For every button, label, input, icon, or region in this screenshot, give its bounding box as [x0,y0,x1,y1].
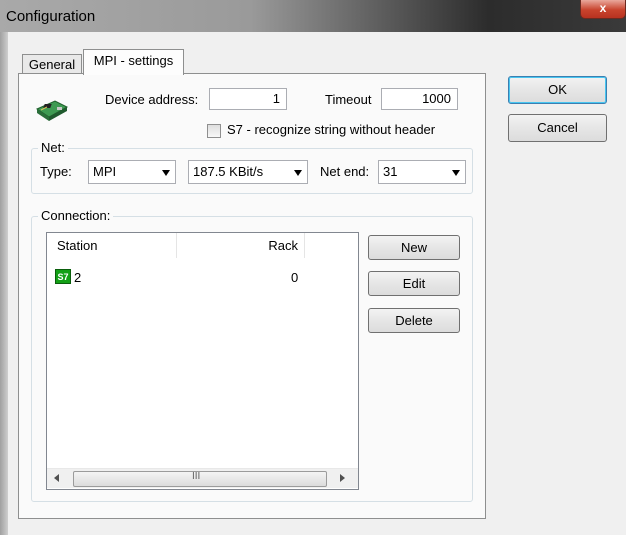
edit-button[interactable]: Edit [368,271,460,296]
net-end-label: Net end: [320,164,370,179]
rack-cell: 0 [291,270,299,285]
chevron-down-icon [294,170,302,176]
delete-button[interactable]: Delete [368,308,460,333]
device-address-label: Device address: [105,92,199,107]
net-group-legend: Net: [38,140,68,155]
timeout-label: Timeout [325,92,372,107]
configuration-window: Configuration x General MPI - settings D… [0,0,626,535]
column-header-blank[interactable] [306,233,358,258]
station-list[interactable]: Station Rack S7 2 0 III [46,232,359,490]
title-bar[interactable]: Configuration x [0,0,626,32]
net-end-select-value: 31 [383,164,398,179]
baud-rate-select-value: 187.5 KBit/s [193,164,264,179]
cancel-button[interactable]: Cancel [508,114,607,142]
scroll-right-icon[interactable] [340,474,345,482]
close-button[interactable]: x [580,0,626,19]
scroll-grip-icon: III [192,471,201,482]
timeout-input[interactable]: 1000 [381,88,458,110]
s7-string-checkbox[interactable] [207,124,221,138]
station-cell: 2 [74,270,82,285]
window-left-border [0,32,8,535]
scroll-left-icon[interactable] [54,474,59,482]
net-end-select[interactable]: 31 [378,160,466,184]
net-group: Net: Type: MPI 187.5 KBit/s Net end: 31 [31,140,473,194]
column-header-rack[interactable]: Rack [178,233,305,258]
type-select-value: MPI [93,164,117,179]
column-header-station[interactable]: Station [47,233,177,258]
tab-mpi-settings[interactable]: MPI - settings [83,49,184,75]
s7-station-icon: S7 [55,269,71,284]
table-row[interactable]: S7 2 0 [47,267,358,287]
horizontal-scrollbar[interactable]: III [47,468,358,488]
chevron-down-icon [452,170,460,176]
close-icon: x [599,1,607,15]
baud-rate-select[interactable]: 187.5 KBit/s [188,160,308,184]
network-card-icon [35,100,69,121]
s7-string-checkbox-label: S7 - recognize string without header [227,122,436,137]
ok-button[interactable]: OK [508,76,607,104]
chevron-down-icon [162,170,170,176]
window-title: Configuration [6,8,96,25]
connection-group-legend: Connection: [38,208,114,223]
tab-general[interactable]: General [22,54,82,74]
new-button[interactable]: New [368,235,460,260]
type-label: Type: [40,164,72,179]
scrollbar-thumb[interactable]: III [73,471,327,487]
device-address-input[interactable]: 1 [209,88,287,110]
type-select[interactable]: MPI [88,160,176,184]
